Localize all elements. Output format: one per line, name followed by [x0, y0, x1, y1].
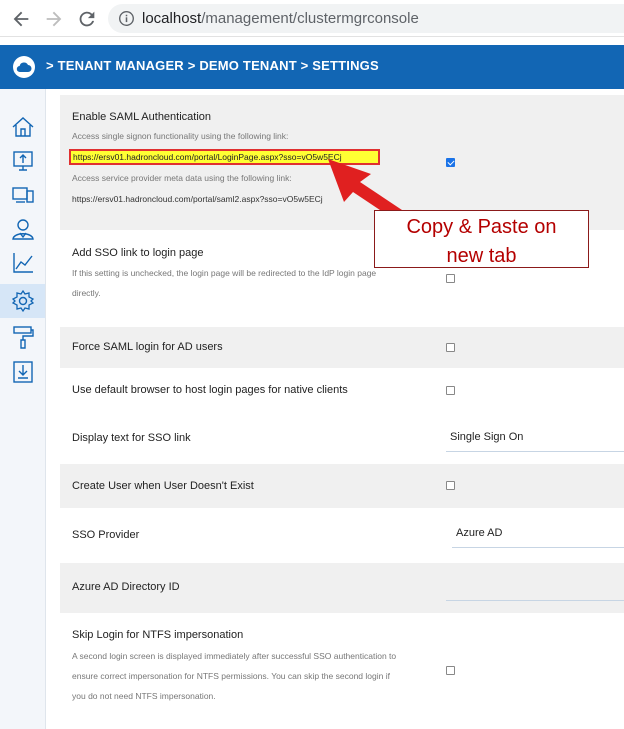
saml-checkbox[interactable]: [446, 158, 455, 167]
force-saml-checkbox[interactable]: [446, 343, 455, 352]
azure-dir-input[interactable]: [446, 573, 624, 601]
sso-link-checkbox[interactable]: [446, 274, 455, 283]
sidebar-item-downloads[interactable]: [0, 355, 45, 389]
setting-row-skip-login: Skip Login for NTFS impersonation A seco…: [60, 613, 624, 729]
paint-roller-icon: [12, 326, 34, 349]
devices-icon: [11, 187, 34, 203]
force-saml-label: Force SAML login for AD users: [72, 341, 223, 353]
skip-login-label: Skip Login for NTFS impersonation: [72, 629, 244, 641]
sidebar-item-devices[interactable]: [0, 178, 45, 212]
sidebar-item-portal[interactable]: [0, 144, 45, 178]
setting-row-sso-provider: SSO Provider Azure AD: [60, 508, 624, 563]
setting-row-display-text: Display text for SSO link Single Sign On: [60, 414, 624, 464]
cloud-logo-icon[interactable]: [13, 56, 35, 78]
sidebar: [0, 89, 46, 729]
annotation-line-2: new tab: [446, 245, 517, 267]
sso-link-desc-1: If this setting is unchecked, the login …: [72, 268, 377, 278]
default-browser-checkbox[interactable]: [446, 386, 455, 395]
sso-link-desc-2: directly.: [72, 288, 101, 298]
url-host: localhost: [142, 10, 202, 27]
url-text: localhost/management/clustermgrconsole: [142, 10, 419, 27]
setting-row-azure-dir: Azure AD Directory ID: [60, 563, 624, 613]
home-icon: [12, 117, 33, 137]
sidebar-item-reports[interactable]: [0, 246, 45, 280]
sidebar-item-settings[interactable]: [0, 284, 45, 318]
saml-login-link[interactable]: https://ersv01.hadroncloud.com/portal/Lo…: [73, 152, 342, 162]
saml-login-link-highlight[interactable]: https://ersv01.hadroncloud.com/portal/Lo…: [69, 149, 380, 165]
create-user-label: Create User when User Doesn't Exist: [72, 480, 254, 492]
saml-meta-link[interactable]: https://ersv01.hadroncloud.com/portal/sa…: [72, 194, 323, 204]
skip-login-desc-2: ensure correct impersonation for NTFS pe…: [72, 671, 390, 681]
app-header: > TENANT MANAGER > DEMO TENANT > SETTING…: [0, 45, 624, 89]
reload-icon[interactable]: [76, 8, 98, 30]
sso-provider-value: Azure AD: [456, 527, 503, 539]
chart-icon: [12, 253, 33, 273]
forward-arrow-icon[interactable]: [43, 8, 65, 30]
users-icon: [11, 219, 34, 240]
saml-label: Enable SAML Authentication: [72, 111, 212, 123]
sso-link-label: Add SSO link to login page: [72, 247, 204, 259]
browser-toolbar: localhost/management/clustermgrconsole: [0, 0, 624, 37]
setting-row-force-saml: Force SAML login for AD users: [60, 327, 624, 368]
sso-provider-label: SSO Provider: [72, 529, 140, 541]
upload-screen-icon: [12, 151, 33, 171]
skip-login-checkbox[interactable]: [446, 666, 455, 675]
info-icon[interactable]: [118, 10, 135, 27]
sso-provider-select[interactable]: Azure AD: [452, 520, 624, 548]
url-path: /management/clustermgrconsole: [201, 10, 419, 27]
display-text-label: Display text for SSO link: [72, 432, 191, 444]
sidebar-item-users[interactable]: [0, 212, 45, 246]
setting-row-default-browser: Use default browser to host login pages …: [60, 368, 624, 414]
gear-icon: [11, 289, 34, 313]
display-text-value: Single Sign On: [450, 431, 524, 443]
saml-desc-meta: Access service provider meta data using …: [72, 173, 292, 183]
download-icon: [12, 361, 33, 383]
annotation-callout: Copy & Paste on new tab: [374, 210, 589, 268]
sidebar-item-branding[interactable]: [0, 320, 45, 354]
azure-dir-label: Azure AD Directory ID: [72, 581, 180, 593]
address-bar[interactable]: localhost/management/clustermgrconsole: [108, 4, 624, 33]
create-user-checkbox[interactable]: [446, 481, 455, 490]
setting-row-create-user: Create User when User Doesn't Exist: [60, 464, 624, 508]
back-arrow-icon[interactable]: [10, 8, 32, 30]
breadcrumb: > TENANT MANAGER > DEMO TENANT > SETTING…: [46, 58, 379, 73]
annotation-line-1: Copy & Paste on: [406, 216, 557, 238]
default-browser-label: Use default browser to host login pages …: [72, 384, 348, 396]
display-text-input[interactable]: Single Sign On: [446, 424, 624, 452]
skip-login-desc-3: you do not need NTFS impersonation.: [72, 691, 216, 701]
saml-desc-login: Access single signon functionality using…: [72, 131, 289, 141]
sidebar-item-home[interactable]: [0, 110, 45, 144]
settings-panel: Enable SAML Authentication Access single…: [46, 89, 624, 729]
skip-login-desc-1: A second login screen is displayed immed…: [72, 651, 397, 661]
